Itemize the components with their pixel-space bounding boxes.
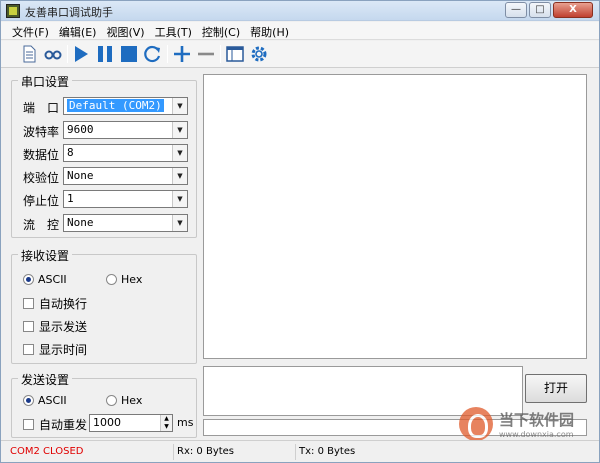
auto-wrap-checkbox[interactable]: 自动换行 (23, 295, 87, 312)
window-icon[interactable] (225, 44, 245, 64)
spinner-arrows[interactable]: ▲ ▼ (160, 415, 172, 431)
radio-indicator[interactable] (23, 395, 34, 406)
toolbar-separator (220, 45, 221, 63)
chevron-down-icon[interactable]: ▼ (172, 122, 187, 138)
loop-icon[interactable] (43, 44, 63, 64)
select-value: None (67, 216, 94, 229)
window-title: 友善串口调试助手 (25, 6, 113, 19)
menu-file[interactable]: 文件(F) (7, 22, 54, 39)
select-value: 1 (67, 192, 74, 205)
data-bits-select[interactable]: 8 ▼ (63, 144, 188, 162)
receive-settings-group: 接收设置 ASCII Hex 自动换行 显示发送 显示时间 (11, 247, 197, 364)
select-value: 8 (67, 146, 74, 159)
remove-icon[interactable] (196, 44, 216, 64)
window-controls: — □ X (505, 2, 593, 18)
checkbox-indicator[interactable] (23, 298, 34, 309)
chevron-down-icon[interactable]: ▼ (172, 145, 187, 161)
port-select[interactable]: Default (COM2) ▼ (63, 97, 188, 115)
field-label: 端 口 (23, 101, 60, 115)
menu-help[interactable]: 帮助(H) (245, 22, 294, 39)
open-port-button[interactable]: 打开 (525, 374, 587, 403)
app-icon (6, 4, 20, 18)
menu-control[interactable]: 控制(C) (197, 22, 245, 39)
receive-text-area[interactable] (203, 74, 587, 359)
checkbox-label: 显示时间 (39, 343, 88, 357)
interval-value: 1000 (93, 416, 121, 429)
field-label: 流 控 (23, 218, 60, 232)
resend-interval-input[interactable]: 1000 ▲ ▼ (89, 414, 173, 432)
tx-count: Tx: 0 Bytes (295, 444, 415, 460)
add-icon[interactable] (172, 44, 192, 64)
show-time-checkbox[interactable]: 显示时间 (23, 341, 87, 358)
checkbox-indicator[interactable] (23, 321, 34, 332)
baud-rate-select[interactable]: 9600 ▼ (63, 121, 188, 139)
field-label: 数据位 (23, 148, 60, 162)
pause-icon[interactable] (95, 44, 115, 64)
checkbox-indicator[interactable] (23, 344, 34, 355)
field-label: 波特率 (23, 125, 60, 139)
show-send-checkbox[interactable]: 显示发送 (23, 318, 87, 335)
field-label: 停止位 (23, 194, 60, 208)
field-label: 校验位 (23, 171, 60, 185)
checkbox-label: 显示发送 (39, 320, 88, 334)
select-value: Default (COM2) (67, 99, 164, 112)
checkbox-label: 自动换行 (39, 297, 88, 311)
group-title: 发送设置 (18, 371, 73, 388)
radio-indicator[interactable] (106, 395, 117, 406)
send-ascii-radio[interactable]: ASCII (23, 394, 67, 407)
watermark: 当下软件园 www.downxia.com (451, 405, 599, 445)
radio-label: ASCII (38, 273, 67, 286)
receive-hex-radio[interactable]: Hex (106, 273, 142, 286)
radio-label: Hex (121, 273, 143, 286)
menu-view[interactable]: 视图(V) (101, 22, 149, 39)
stop-bits-select[interactable]: 1 ▼ (63, 190, 188, 208)
status-bar: COM2 CLOSED Rx: 0 Bytes Tx: 0 Bytes (1, 440, 599, 462)
radio-indicator[interactable] (23, 274, 34, 285)
stop-icon[interactable] (119, 44, 139, 64)
flow-control-select[interactable]: None ▼ (63, 214, 188, 232)
settings-gear-icon[interactable] (249, 44, 269, 64)
toolbar-separator (67, 45, 68, 63)
checkbox-label: 自动重发 (39, 418, 88, 432)
port-status: COM2 CLOSED (10, 446, 84, 457)
chevron-down-icon[interactable]: ▼ (172, 98, 187, 114)
watermark-name: 当下软件园 (499, 411, 575, 429)
chevron-down-icon[interactable]: ▼ (172, 168, 187, 184)
title-bar: 友善串口调试助手 — □ X (1, 1, 599, 21)
serial-settings-group: 串口设置 端 口 Default (COM2) ▼ 波特率 9600 ▼ 数据位… (11, 73, 197, 238)
receive-ascii-radio[interactable]: ASCII (23, 273, 67, 286)
radio-label: Hex (121, 394, 143, 407)
watermark-url: www.downxia.com (499, 430, 574, 439)
select-value: 9600 (67, 123, 94, 136)
radio-label: ASCII (38, 394, 67, 407)
toolbar (1, 41, 599, 68)
send-hex-radio[interactable]: Hex (106, 394, 142, 407)
maximize-button[interactable]: □ (529, 2, 551, 18)
auto-resend-checkbox[interactable]: 自动重发 (23, 416, 87, 433)
radio-indicator[interactable] (106, 274, 117, 285)
app-window: 友善串口调试助手 — □ X 文件(F) 编辑(E) 视图(V) 工具(T) 控… (0, 0, 600, 463)
parity-select[interactable]: None ▼ (63, 167, 188, 185)
checkbox-indicator[interactable] (23, 419, 34, 430)
interval-unit: ms (177, 416, 194, 429)
menu-edit[interactable]: 编辑(E) (54, 22, 102, 39)
new-document-icon[interactable] (19, 44, 39, 64)
chevron-down-icon[interactable]: ▼ (172, 191, 187, 207)
close-button[interactable]: X (553, 2, 593, 18)
menu-tools[interactable]: 工具(T) (150, 22, 197, 39)
watermark-logo-icon (459, 407, 493, 441)
toolbar-separator (167, 45, 168, 63)
group-title: 串口设置 (18, 73, 73, 90)
group-title: 接收设置 (18, 247, 73, 264)
minimize-button[interactable]: — (505, 2, 527, 18)
chevron-down-icon[interactable]: ▼ (172, 215, 187, 231)
refresh-icon[interactable] (143, 44, 163, 64)
select-value: None (67, 169, 94, 182)
menu-bar: 文件(F) 编辑(E) 视图(V) 工具(T) 控制(C) 帮助(H) (1, 22, 599, 40)
play-icon[interactable] (71, 44, 91, 64)
rx-count: Rx: 0 Bytes (173, 444, 293, 460)
